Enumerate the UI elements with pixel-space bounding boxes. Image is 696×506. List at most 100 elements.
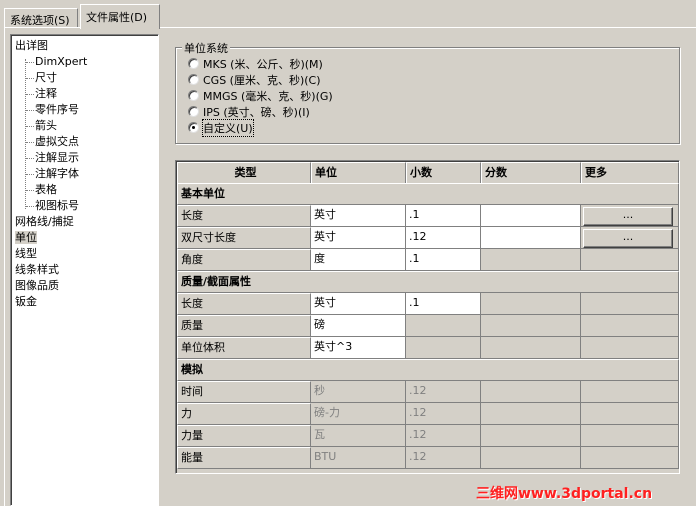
tree-connector [26, 78, 34, 79]
header-type: 类型 [177, 162, 311, 184]
fraction-cell [481, 425, 581, 447]
more-cell [581, 315, 679, 337]
tree-item-dimxpert[interactable]: DimXpert [35, 54, 87, 70]
tree-item-tables[interactable]: 表格 [35, 182, 57, 198]
tree-item-annotation-font[interactable]: 注解字体 [35, 166, 79, 182]
row-type-label: 双尺寸长度 [177, 227, 311, 249]
tab-label: 文件属性(D) [86, 11, 148, 24]
fraction-cell[interactable] [481, 227, 581, 249]
tree-item-label: 注解显示 [35, 151, 79, 164]
tree-item-dimensions[interactable]: 尺寸 [35, 70, 57, 86]
tree-item-units[interactable]: 单位 [15, 230, 37, 246]
tree-item-virtual-sharps[interactable]: 虚拟交点 [35, 134, 79, 150]
radio-ips[interactable]: IPS (英寸、磅、秒)(I) [188, 104, 310, 119]
tree-connector [26, 190, 34, 191]
tree-item-detailing[interactable]: 出详图 [15, 38, 48, 54]
decimal-cell[interactable]: .1 [406, 205, 481, 227]
radio-button[interactable] [188, 74, 199, 85]
tree-item-label: DimXpert [35, 55, 88, 68]
tree-item-label: 表格 [35, 183, 57, 196]
radio-button[interactable] [188, 106, 199, 117]
tree-item-line-font[interactable]: 线型 [15, 246, 37, 262]
unit-cell: 磅-力 [311, 403, 406, 425]
radio-label: MMGS (毫米、克、秒)(G) [203, 89, 333, 103]
row-type-label: 角度 [177, 249, 311, 271]
fraction-cell [481, 403, 581, 425]
header-fraction: 分数 [481, 162, 581, 184]
tree-item-annotation-display[interactable]: 注解显示 [35, 150, 79, 166]
decimal-cell: .12 [406, 403, 481, 425]
tree-connector [26, 94, 34, 95]
decimal-cell: .12 [406, 447, 481, 469]
decimal-cell[interactable]: .12 [406, 227, 481, 249]
tree-item-notes[interactable]: 注释 [35, 86, 57, 102]
property-tree[interactable]: 出详图 DimXpert 尺寸 注释 零件序号 箭头 虚拟交点 注解显示 注解字… [10, 34, 159, 506]
radio-button[interactable] [188, 58, 199, 69]
tree-item-label: 出详图 [15, 39, 48, 52]
more-cell [581, 381, 679, 403]
tree-item-arrows[interactable]: 箭头 [35, 118, 57, 134]
row-type-label: 质量 [177, 315, 311, 337]
unit-cell[interactable]: 度 [311, 249, 406, 271]
tree-item-view-labels[interactable]: 视图标号 [35, 198, 79, 214]
radio-mmgs[interactable]: MMGS (毫米、克、秒)(G) [188, 88, 333, 103]
tree-item-label: 网格线/捕捉 [15, 215, 74, 228]
tree-item-line-style[interactable]: 线条样式 [15, 262, 59, 278]
radio-button[interactable] [188, 90, 199, 101]
more-cell [581, 337, 679, 359]
fraction-cell [481, 381, 581, 403]
tab-system-options[interactable]: 系统选项(S) [4, 8, 78, 28]
tree-connector [26, 206, 34, 207]
tree-item-label: 虚拟交点 [35, 135, 79, 148]
more-button[interactable]: ... [583, 229, 673, 248]
more-cell [581, 447, 679, 469]
tab-label: 系统选项(S) [10, 14, 70, 27]
watermark: 三维网www.3dportal.cn [476, 486, 653, 502]
radio-cgs[interactable]: CGS (厘米、克、秒)(C) [188, 72, 321, 87]
tree-connector [26, 158, 34, 159]
tree-item-label: 钣金 [15, 295, 37, 308]
tree-item-label: 线条样式 [15, 263, 59, 276]
tree-connector [26, 142, 34, 143]
tree-connector [26, 62, 34, 63]
more-cell [581, 403, 679, 425]
radio-custom[interactable]: 自定义(U) [188, 118, 254, 137]
header-unit: 单位 [311, 162, 406, 184]
section-mass-properties: 质量/截面属性 [177, 271, 679, 293]
unit-cell[interactable]: 英寸^3 [311, 337, 406, 359]
units-grid: 类型 单位 小数 分数 更多 基本单位 长度 英寸 .1 ... 双尺寸长度 英… [175, 160, 680, 474]
fraction-cell [481, 293, 581, 315]
unit-cell[interactable]: 英寸 [311, 205, 406, 227]
tree-item-label: 视图标号 [35, 199, 79, 212]
row-type-label: 长度 [177, 205, 311, 227]
radio-button-checked[interactable] [188, 122, 199, 133]
unit-cell[interactable]: 磅 [311, 315, 406, 337]
unit-cell: 瓦 [311, 425, 406, 447]
unit-cell[interactable]: 英寸 [311, 227, 406, 249]
unit-cell[interactable]: 英寸 [311, 293, 406, 315]
row-type-label: 时间 [177, 381, 311, 403]
decimal-cell[interactable]: .1 [406, 249, 481, 271]
tree-connector [26, 174, 34, 175]
decimal-cell [406, 315, 481, 337]
unit-cell: BTU [311, 447, 406, 469]
tree-item-label: 线型 [15, 247, 37, 260]
tree-item-image-quality[interactable]: 图像品质 [15, 278, 59, 294]
radio-label: 自定义(U) [202, 118, 254, 137]
more-button[interactable]: ... [583, 207, 673, 226]
tree-item-sheet-metal[interactable]: 钣金 [15, 294, 37, 310]
fraction-cell[interactable] [481, 205, 581, 227]
tree-item-grid-snap[interactable]: 网格线/捕捉 [15, 214, 74, 230]
header-more: 更多 [581, 162, 679, 184]
radio-mks[interactable]: MKS (米、公斤、秒)(M) [188, 56, 323, 71]
row-type-label: 力量 [177, 425, 311, 447]
decimal-cell[interactable]: .1 [406, 293, 481, 315]
tree-item-balloons[interactable]: 零件序号 [35, 102, 79, 118]
more-cell [581, 425, 679, 447]
tab-document-properties[interactable]: 文件属性(D) [80, 4, 160, 29]
section-basic-units: 基本单位 [177, 183, 679, 205]
tree-item-label: 注解字体 [35, 167, 79, 180]
tree-item-label: 注释 [35, 87, 57, 100]
more-cell [581, 249, 679, 271]
fraction-cell [481, 337, 581, 359]
